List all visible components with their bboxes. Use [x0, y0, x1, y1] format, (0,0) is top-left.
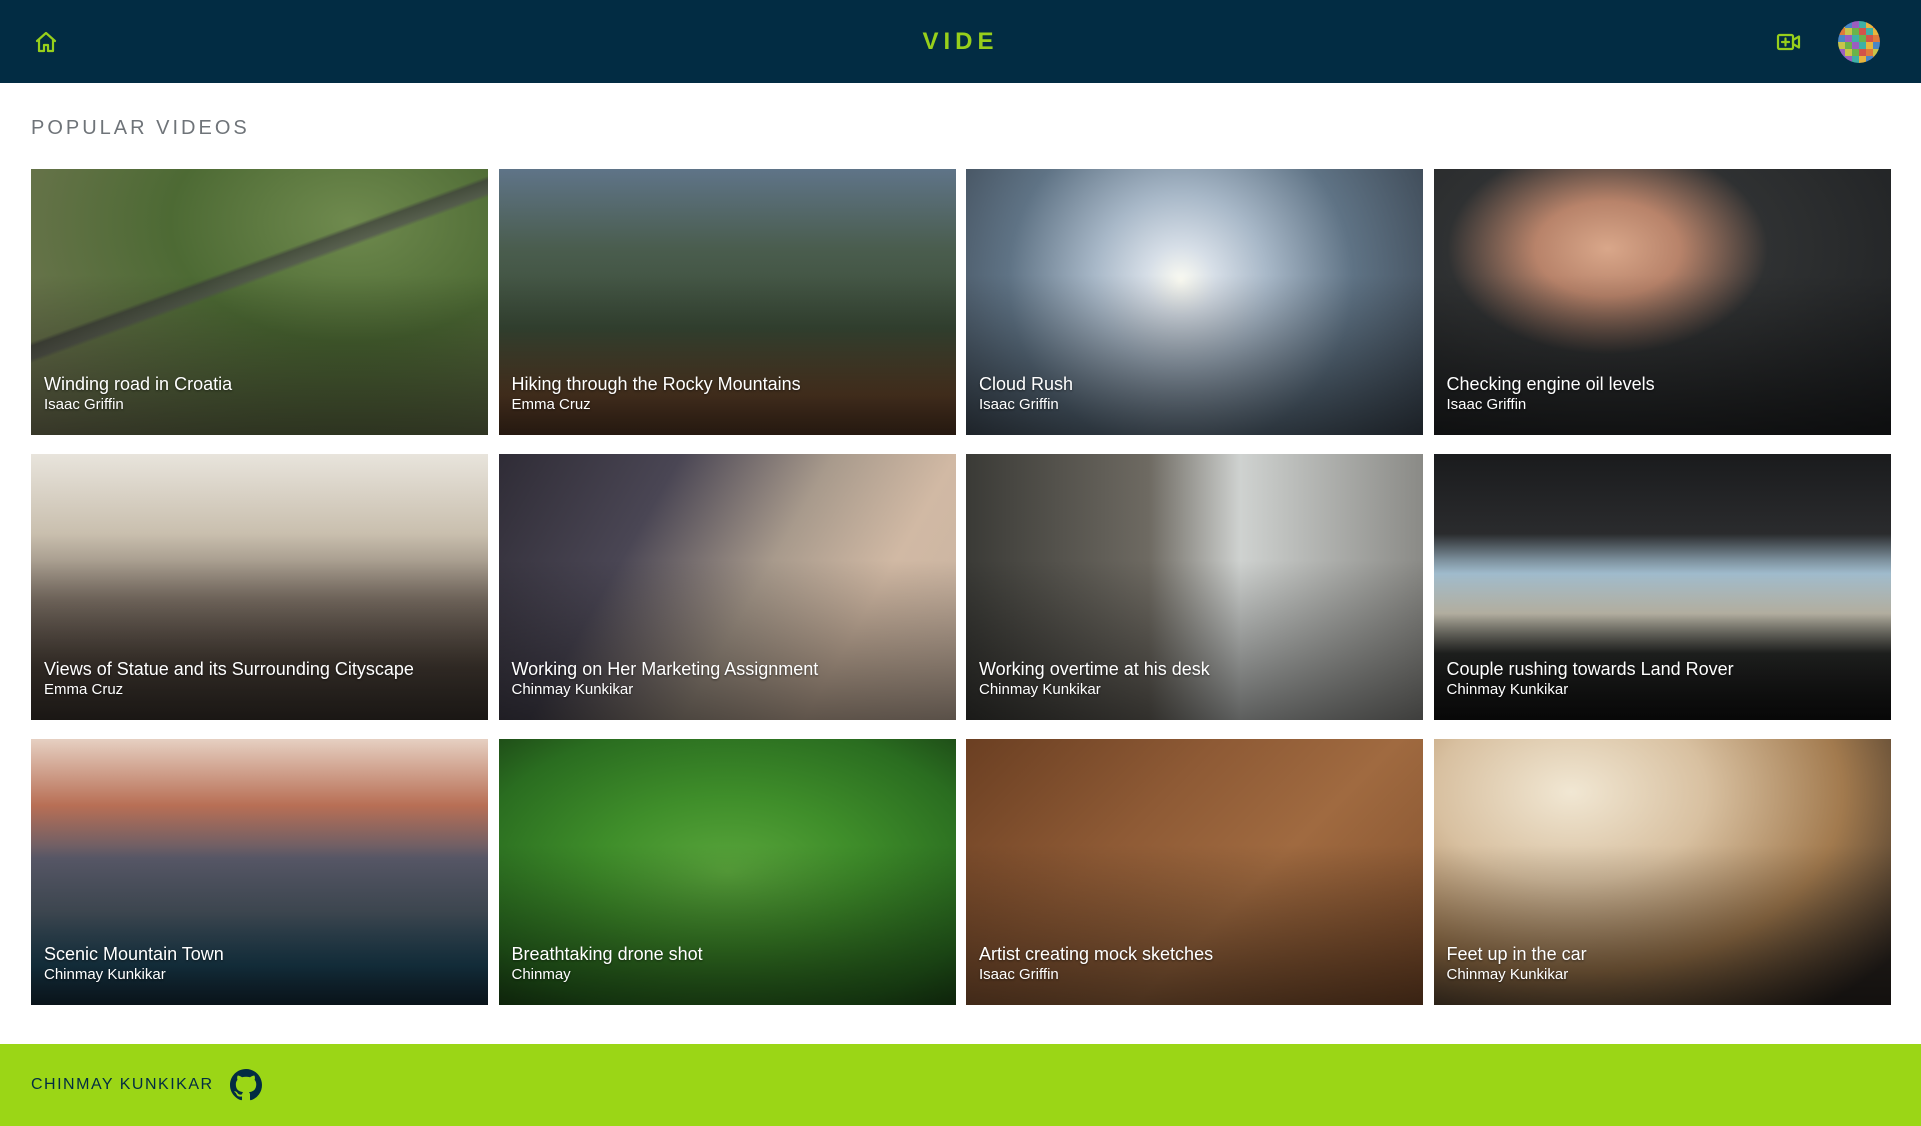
video-author: Emma Cruz — [511, 396, 591, 413]
video-card[interactable]: Checking engine oil levels Isaac Griffin — [1433, 169, 1891, 435]
video-caption: Cloud Rush Isaac Griffin — [979, 373, 1410, 415]
video-caption: Working on Her Marketing Assignment Chin… — [512, 658, 943, 700]
video-caption: Checking engine oil levels Isaac Griffin — [1447, 373, 1878, 415]
video-title: Views of Statue and its Surrounding City… — [44, 659, 414, 679]
video-caption: Scenic Mountain Town Chinmay Kunkikar — [44, 943, 475, 985]
video-author: Isaac Griffin — [979, 396, 1059, 413]
video-card[interactable]: Cloud Rush Isaac Griffin — [966, 169, 1423, 435]
video-author: Chinmay Kunkikar — [1446, 681, 1569, 698]
app-header: VIDE — [0, 0, 1921, 83]
upload-video-button[interactable] — [1775, 28, 1803, 56]
app-footer: CHINMAY KUNKIKAR — [0, 1044, 1921, 1126]
video-author: Chinmay — [511, 966, 571, 983]
video-title: Winding road in Croatia — [44, 374, 233, 394]
video-caption: Hiking through the Rocky Mountains Emma … — [512, 373, 943, 415]
video-caption: Couple rushing towards Land Rover Chinma… — [1447, 658, 1878, 700]
section-title: POPULAR VIDEOS — [31, 117, 250, 139]
video-title: Feet up in the car — [1446, 944, 1587, 964]
video-author: Chinmay Kunkikar — [511, 681, 634, 698]
video-card[interactable]: Views of Statue and its Surrounding City… — [31, 454, 488, 720]
video-title: Couple rushing towards Land Rover — [1446, 659, 1734, 679]
video-title: Working overtime at his desk — [979, 659, 1210, 679]
video-caption: Feet up in the car Chinmay Kunkikar — [1447, 943, 1878, 985]
github-link[interactable] — [229, 1069, 262, 1101]
video-title: Cloud Rush — [979, 374, 1074, 394]
video-title: Breathtaking drone shot — [511, 944, 703, 964]
header-actions — [1775, 20, 1890, 63]
video-caption: Winding road in Croatia Isaac Griffin — [44, 373, 475, 415]
github-icon — [229, 1069, 262, 1101]
video-caption: Views of Statue and its Surrounding City… — [44, 658, 475, 700]
video-grid: Winding road in Croatia Isaac Griffin Hi… — [31, 169, 1891, 1005]
video-card[interactable]: Hiking through the Rocky Mountains Emma … — [498, 169, 956, 435]
video-card[interactable]: Scenic Mountain Town Chinmay Kunkikar — [31, 739, 488, 1005]
video-add-icon — [1776, 33, 1801, 50]
video-caption: Breathtaking drone shot Chinmay — [512, 943, 943, 985]
video-card[interactable]: Working on Her Marketing Assignment Chin… — [498, 454, 956, 720]
video-caption: Working overtime at his desk Chinmay Kun… — [979, 658, 1410, 700]
home-icon — [35, 31, 57, 52]
video-card[interactable]: Winding road in Croatia Isaac Griffin — [31, 169, 488, 435]
video-author: Isaac Griffin — [1446, 396, 1527, 413]
home-button[interactable] — [31, 27, 61, 57]
video-title: Artist creating mock sketches — [979, 944, 1214, 964]
video-card[interactable]: Couple rushing towards Land Rover Chinma… — [1433, 454, 1891, 720]
footer-author-name: CHINMAY KUNKIKAR — [31, 1076, 214, 1093]
video-author: Chinmay Kunkikar — [44, 966, 166, 983]
video-author: Isaac Griffin — [44, 396, 124, 413]
video-title: Hiking through the Rocky Mountains — [511, 374, 801, 394]
video-card[interactable]: Working overtime at his desk Chinmay Kun… — [966, 454, 1423, 720]
video-card[interactable]: Feet up in the car Chinmay Kunkikar — [1433, 739, 1891, 1005]
video-card[interactable]: Artist creating mock sketches Isaac Grif… — [966, 739, 1423, 1005]
video-title: Scenic Mountain Town — [44, 944, 224, 964]
brand-logo[interactable]: VIDE — [922, 28, 998, 56]
video-author: Chinmay Kunkikar — [979, 681, 1101, 698]
video-author: Chinmay Kunkikar — [1446, 966, 1569, 983]
avatar[interactable] — [1838, 20, 1880, 63]
video-title: Checking engine oil levels — [1446, 374, 1655, 394]
video-caption: Artist creating mock sketches Isaac Grif… — [979, 943, 1410, 985]
video-author: Isaac Griffin — [979, 966, 1059, 983]
video-title: Working on Her Marketing Assignment — [511, 659, 819, 679]
video-author: Emma Cruz — [44, 681, 124, 698]
video-card[interactable]: Breathtaking drone shot Chinmay — [498, 739, 956, 1005]
